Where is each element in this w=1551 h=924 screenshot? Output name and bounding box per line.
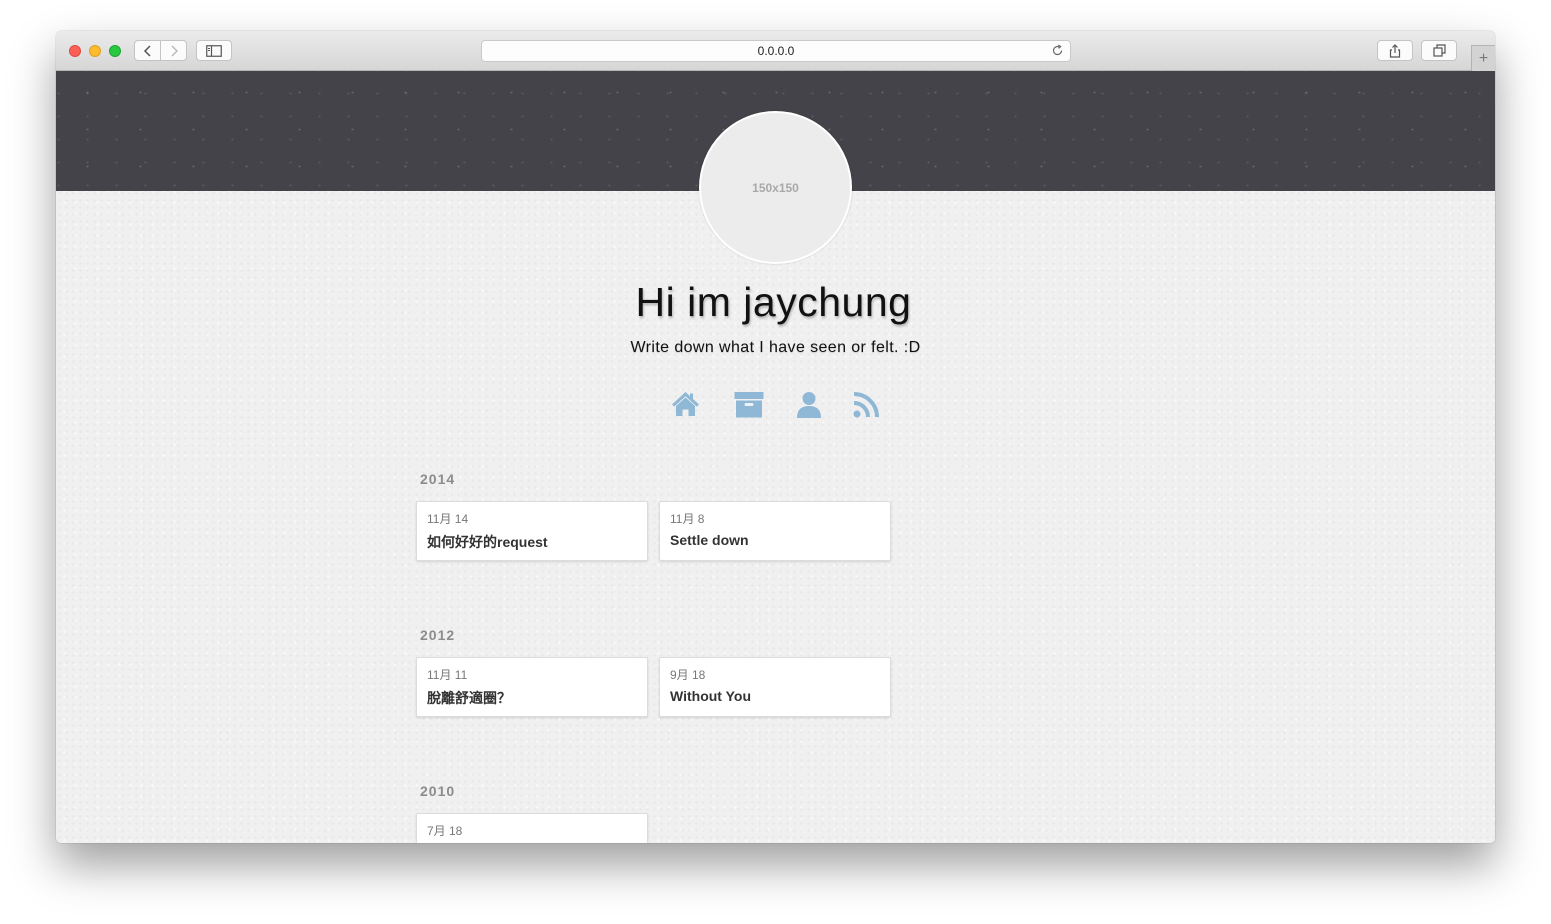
avatar-placeholder-text: 150x150 [752, 180, 799, 195]
post-title-link[interactable]: 如何好好的request [427, 532, 548, 552]
user-icon [797, 392, 821, 418]
page-subtitle: Write down what I have seen or felt. :D [630, 339, 921, 356]
home-icon [672, 392, 699, 416]
minimize-window-button[interactable] [89, 45, 101, 57]
forward-button[interactable] [160, 40, 187, 61]
post-card[interactable]: 11月 8 Settle down [659, 501, 891, 561]
archive-year-heading: 2012 [420, 627, 456, 643]
reload-icon[interactable] [1051, 44, 1064, 57]
post-title-link[interactable]: 脫離舒適圈？ [427, 688, 511, 708]
post-date: 9月 18 [670, 668, 706, 682]
sidebar-toggle-button[interactable] [196, 40, 232, 61]
post-date: 11月 11 [427, 668, 468, 682]
archive-year-heading: 2010 [420, 783, 456, 799]
post-date: 11月 14 [427, 512, 469, 526]
post-title-link[interactable]: Without You [670, 688, 751, 704]
post-card[interactable]: 9月 18 Without You [659, 657, 891, 717]
show-tabs-button[interactable] [1421, 40, 1457, 61]
nav-archive-link[interactable] [734, 391, 764, 421]
share-button[interactable] [1377, 40, 1413, 61]
post-card[interactable]: 11月 11 脫離舒適圈？ [416, 657, 648, 717]
browser-toolbar: 0.0.0.0 + [56, 31, 1495, 71]
close-window-button[interactable] [69, 45, 81, 57]
archive-year-heading: 2014 [420, 471, 456, 487]
post-date: 7月 18 [427, 824, 463, 838]
post-date: 11月 8 [670, 512, 705, 526]
nav-home-link[interactable] [671, 391, 700, 421]
rss-icon [853, 392, 879, 418]
post-card[interactable]: 11月 14 如何好好的request [416, 501, 648, 561]
post-card[interactable]: 7月 18 [416, 813, 648, 843]
sidebar-icon [206, 44, 222, 57]
page-title: Hi im jaychung [635, 279, 912, 325]
share-icon [1389, 43, 1401, 58]
browser-window: 0.0.0.0 + 150x150 Hi im jaychung Write d… [56, 31, 1495, 843]
post-title-link[interactable]: Settle down [670, 532, 749, 548]
chevron-right-icon [170, 44, 178, 57]
url-text: 0.0.0.0 [757, 44, 795, 58]
chevron-left-icon [143, 44, 151, 57]
archive-icon [734, 392, 764, 418]
nav-about-link[interactable] [796, 391, 822, 421]
tabs-icon [1432, 44, 1446, 57]
avatar: 150x150 [699, 111, 852, 264]
new-tab-button[interactable]: + [1471, 45, 1495, 71]
plus-icon: + [1478, 49, 1489, 67]
address-bar[interactable]: 0.0.0.0 [481, 40, 1071, 62]
back-button[interactable] [134, 40, 161, 61]
page-viewport: 150x150 Hi im jaychung Write down what I… [56, 71, 1495, 843]
zoom-window-button[interactable] [109, 45, 121, 57]
nav-rss-link[interactable] [853, 391, 880, 421]
